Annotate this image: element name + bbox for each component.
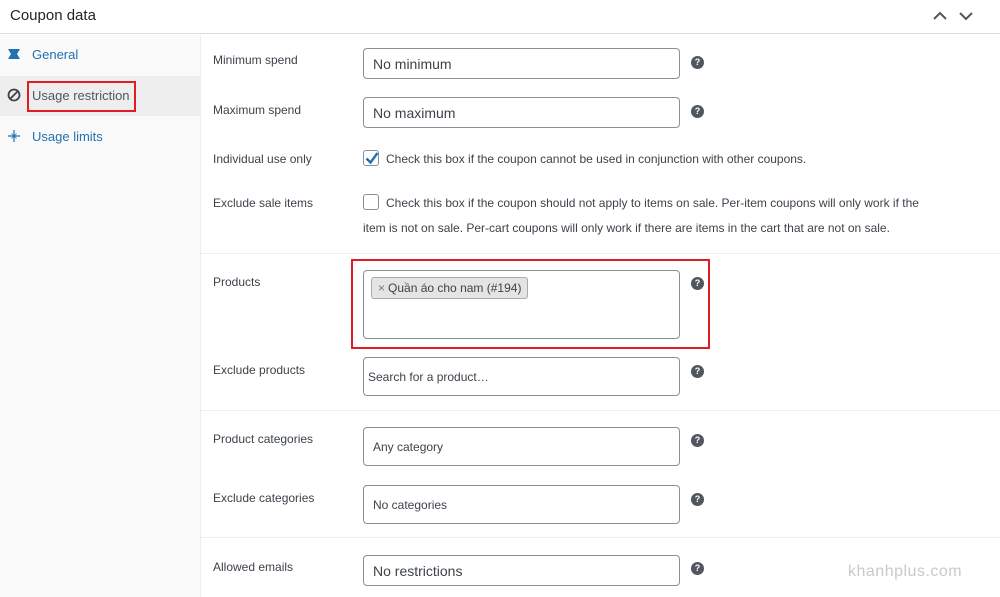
individual-use-label: Individual use only — [213, 152, 312, 166]
maximum-spend-input[interactable] — [363, 97, 680, 128]
sidebar-item-label: Usage limits — [32, 129, 103, 144]
product-categories-label: Product categories — [213, 432, 314, 446]
maximum-spend-label: Maximum spend — [213, 103, 302, 117]
chevron-down-icon[interactable] — [956, 6, 976, 26]
help-tip-icon[interactable]: ? — [691, 365, 704, 378]
exclude-sale-label: Exclude sale items — [213, 196, 314, 210]
section-divider — [201, 410, 1000, 411]
exclude-products-label: Exclude products — [213, 363, 306, 377]
panel-title: Coupon data — [10, 7, 96, 24]
allowed-emails-input[interactable] — [363, 555, 680, 586]
minimum-spend-label: Minimum spend — [213, 53, 298, 67]
product-categories-input[interactable] — [363, 427, 680, 466]
help-tip-icon[interactable]: ? — [691, 493, 704, 506]
section-divider — [201, 537, 1000, 538]
allowed-emails-label: Allowed emails — [213, 560, 294, 574]
help-tip-icon[interactable]: ? — [691, 434, 704, 447]
minimum-spend-input[interactable] — [363, 48, 680, 79]
section-divider — [201, 253, 1000, 254]
exclude-sale-checkbox[interactable] — [363, 194, 379, 210]
help-tip-icon[interactable]: ? — [691, 105, 704, 118]
watermark: khanhplus.com — [848, 563, 963, 580]
sidebar-item-label: General — [32, 47, 79, 62]
plus-sparkle-icon — [7, 129, 21, 143]
exclude-products-input[interactable] — [363, 357, 680, 396]
highlight-annotation — [351, 259, 710, 349]
checkmark-icon — [365, 152, 379, 165]
individual-use-description: Check this box if the coupon cannot be u… — [386, 152, 807, 166]
exclude-categories-input[interactable] — [363, 485, 680, 524]
exclude-sale-description: Check this box if the coupon should not … — [386, 196, 919, 210]
help-tip-icon[interactable]: ? — [691, 562, 704, 575]
block-icon — [7, 88, 21, 102]
sidebar-item-general[interactable]: General — [0, 35, 200, 75]
exclude-sale-description-cont: item is not on sale. Per-cart coupons wi… — [363, 221, 890, 235]
individual-use-checkbox[interactable] — [363, 150, 379, 166]
chevron-up-icon[interactable] — [930, 6, 950, 26]
products-label: Products — [213, 275, 261, 289]
highlight-annotation — [27, 81, 136, 112]
ticket-icon — [7, 47, 21, 61]
exclude-categories-label: Exclude categories — [213, 491, 315, 505]
coupon-data-header: Coupon data — [0, 0, 1000, 34]
help-tip-icon[interactable]: ? — [691, 56, 704, 69]
sidebar-item-usage-limits[interactable]: Usage limits — [0, 117, 200, 157]
